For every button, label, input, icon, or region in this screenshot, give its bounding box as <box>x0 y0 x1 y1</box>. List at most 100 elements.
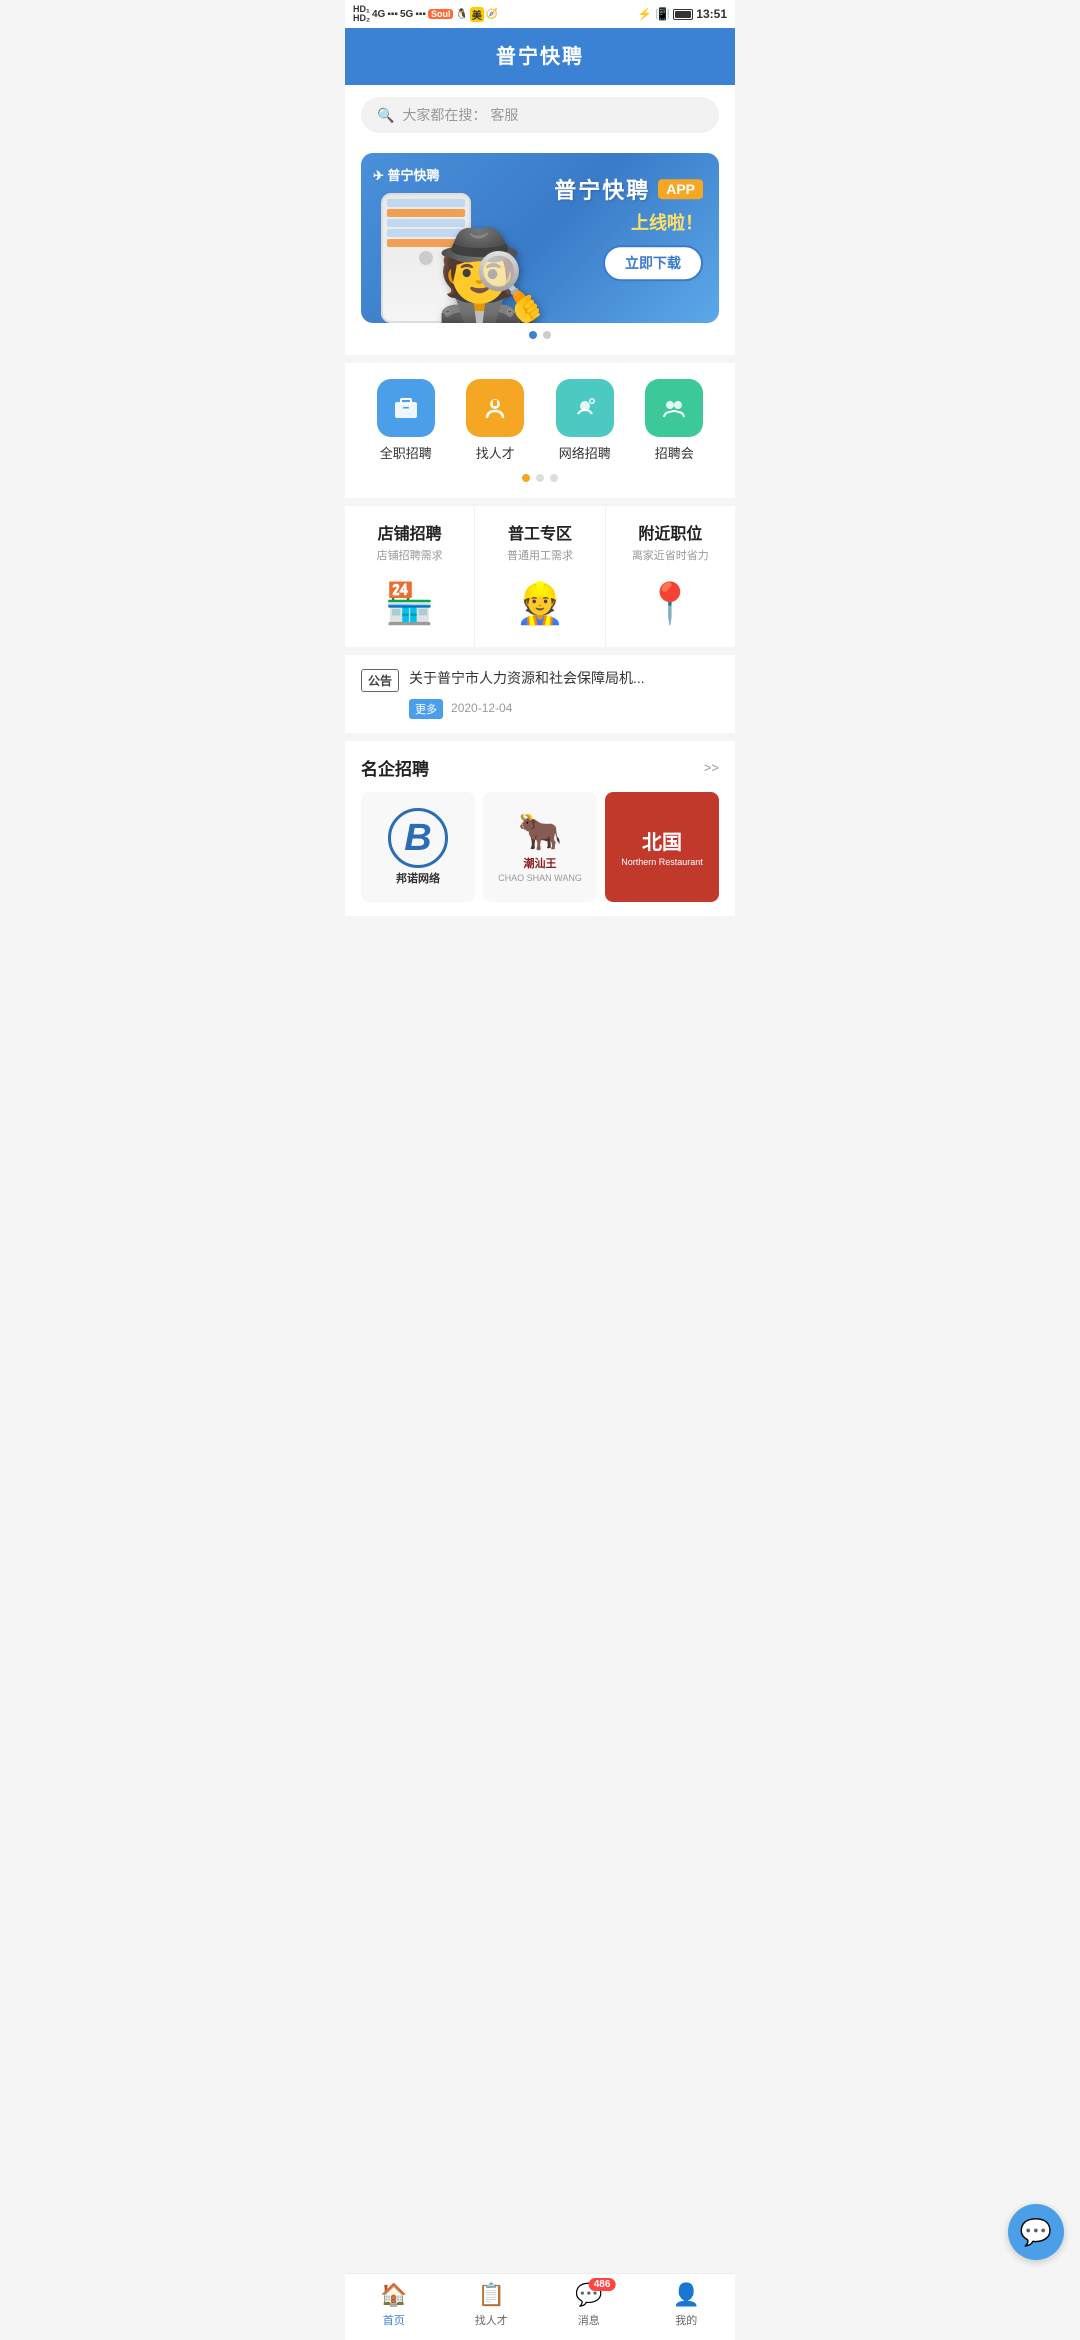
quick-link-shop[interactable]: 店铺招聘 店铺招聘需求 🏪 <box>345 506 475 647</box>
announcement-section: 公告 关于普宁市人力资源和社会保障局机... 更多 2020-12-04 <box>345 655 735 733</box>
category-row: 全职招聘 找人才 <box>361 379 719 462</box>
company-chaoshanwang[interactable]: 🐂 潮汕王 CHAO SHAN WANG <box>483 792 597 902</box>
cat-fulltime-label: 全职招聘 <box>380 443 432 462</box>
nav-mine-label: 我的 <box>675 2312 697 2328</box>
quick-link-worker-title: 普工专区 <box>508 520 572 544</box>
company-beiguo[interactable]: 北国 Northern Restaurant <box>605 792 719 902</box>
announcement-content: 关于普宁市人力资源和社会保障局机... 更多 2020-12-04 <box>409 669 719 719</box>
bull-icon: 🐂 <box>518 811 563 853</box>
nav-messages-label: 消息 <box>578 2312 600 2328</box>
search-placeholder: 大家都在搜： 客服 <box>402 105 518 125</box>
chaoshanwang-name: 潮汕王 <box>523 855 556 871</box>
search-container: 🔍 大家都在搜： 客服 <box>345 85 735 145</box>
nav-talent[interactable]: 📋 找人才 <box>443 2282 541 2328</box>
cat-jobfair[interactable]: 招聘会 <box>645 379 703 462</box>
nav-messages[interactable]: 486 💬 消息 <box>540 2282 638 2328</box>
cat-talent-label: 找人才 <box>476 443 515 462</box>
quick-link-worker-img: 👷 <box>505 573 575 633</box>
chaoshanwang-pinyin: CHAO SHAN WANG <box>498 873 582 883</box>
quick-link-worker[interactable]: 普工专区 普通用工需求 👷 <box>475 506 605 647</box>
quick-link-nearby-title: 附近职位 <box>638 520 702 544</box>
qq-icon: 🐧 <box>455 9 467 20</box>
banner-main-text: 普宁快聘 <box>554 173 650 205</box>
chat-button[interactable]: 💬 <box>1008 2204 1064 2260</box>
cat-jobfair-label: 招聘会 <box>655 443 694 462</box>
cat-online-label: 网络招聘 <box>559 443 611 462</box>
announcement-more[interactable]: 更多 <box>409 699 443 719</box>
network-5g: 5G <box>400 9 413 20</box>
sim-icon: 📳 <box>655 7 670 21</box>
announcement-title[interactable]: 关于普宁市人力资源和社会保障局机... <box>409 669 719 689</box>
status-left: HD₁HD₂ 4G ▪▪▪ 5G ▪▪▪ Soul 🐧 美 🧭 <box>353 5 498 23</box>
banner-dots <box>361 331 719 339</box>
chat-icon: 💬 <box>1020 2217 1052 2248</box>
beiguo-name-text: 北国 <box>642 826 682 855</box>
bluetooth-icon: ⚡ <box>637 7 652 21</box>
cat-dot-2[interactable] <box>536 474 544 482</box>
banner-dot-2[interactable] <box>543 331 551 339</box>
banner[interactable]: ✈ 普宁快聘 🕵️ 普宁快聘 APP 上线啦！ <box>361 153 719 323</box>
nav-talent-label: 找人才 <box>475 2312 508 2328</box>
network-4g: 4G <box>372 9 385 20</box>
quick-link-nearby-sub: 离家近省时省力 <box>632 547 709 563</box>
beiguo-logo: 北国 Northern Restaurant <box>605 792 719 902</box>
time-display: 13:51 <box>696 7 727 21</box>
signal-bars-2: ▪▪▪ <box>415 9 426 20</box>
banner-character: 🕵️ <box>441 183 541 323</box>
famous-companies-section: 名企招聘 >> B 邦诺网络 🐂 <box>345 741 735 916</box>
banner-text-area: 普宁快聘 APP 上线啦！ 立即下载 <box>554 173 703 281</box>
famous-more[interactable]: >> <box>704 760 719 775</box>
character-emoji: 🕵️ <box>435 233 547 323</box>
cat-dot-3[interactable] <box>550 474 558 482</box>
chaoshanwang-logo: 🐂 潮汕王 CHAO SHAN WANG <box>483 792 597 902</box>
banner-dot-1[interactable] <box>529 331 537 339</box>
soul-badge: Soul <box>428 9 454 19</box>
category-dots <box>361 474 719 482</box>
nav-mine[interactable]: 👤 我的 <box>638 2282 736 2328</box>
quick-link-nearby-img: 📍 <box>635 573 705 633</box>
categories-section: 全职招聘 找人才 <box>345 363 735 498</box>
nav-icon: 🧭 <box>486 9 498 20</box>
bango-name: 邦诺网络 <box>396 870 440 886</box>
announcement-badge: 公告 <box>361 669 399 692</box>
status-bar: HD₁HD₂ 4G ▪▪▪ 5G ▪▪▪ Soul 🐧 美 🧭 ⚡ 📳 13:5… <box>345 0 735 28</box>
cat-talent-icon <box>466 379 524 437</box>
cat-jobfair-icon <box>645 379 703 437</box>
quick-link-shop-sub: 店铺招聘需求 <box>377 547 443 563</box>
talent-icon: 📋 <box>478 2282 505 2308</box>
nav-home-label: 首页 <box>383 2312 405 2328</box>
banner-subtitle: 上线啦！ <box>554 209 703 235</box>
banner-container: ✈ 普宁快聘 🕵️ 普宁快聘 APP 上线啦！ <box>345 145 735 355</box>
app-header: 普宁快聘 <box>345 28 735 85</box>
bango-logo: B 邦诺网络 <box>378 812 458 882</box>
famous-grid: B 邦诺网络 🐂 潮汕王 CHAO SHAN WANG <box>361 792 719 902</box>
home-icon: 🏠 <box>380 2282 407 2308</box>
search-bar[interactable]: 🔍 大家都在搜： 客服 <box>361 97 719 133</box>
phone-home-button <box>419 251 433 265</box>
cat-fulltime[interactable]: 全职招聘 <box>377 379 435 462</box>
company-bango[interactable]: B 邦诺网络 <box>361 792 475 902</box>
cat-dot-1[interactable] <box>522 474 530 482</box>
messages-badge: 486 <box>589 2278 616 2291</box>
battery-icon <box>673 9 693 20</box>
cat-online-icon <box>556 379 614 437</box>
announcement-date: 2020-12-04 <box>451 701 512 715</box>
meituan-icon: 美 <box>470 7 484 22</box>
quick-links-section: 店铺招聘 店铺招聘需求 🏪 普工专区 普通用工需求 👷 附近职位 离家近省时省力… <box>345 506 735 647</box>
famous-header: 名企招聘 >> <box>361 755 719 780</box>
banner-logo: ✈ 普宁快聘 <box>373 165 440 184</box>
cat-talent[interactable]: 找人才 <box>466 379 524 462</box>
bottom-nav: 🏠 首页 📋 找人才 486 💬 消息 👤 我的 <box>345 2273 735 2340</box>
quick-link-nearby[interactable]: 附近职位 离家近省时省力 📍 <box>606 506 735 647</box>
signal-bars: ▪▪▪ <box>387 9 398 20</box>
banner-download-btn[interactable]: 立即下载 <box>603 245 703 281</box>
beiguo-sub-text: Northern Restaurant <box>621 857 703 867</box>
cat-online[interactable]: 网络招聘 <box>556 379 614 462</box>
quick-link-shop-img: 🏪 <box>375 573 445 633</box>
app-title: 普宁快聘 <box>361 40 719 69</box>
battery-fill <box>675 11 691 18</box>
quick-link-worker-sub: 普通用工需求 <box>507 547 573 563</box>
nav-home[interactable]: 🏠 首页 <box>345 2282 443 2328</box>
famous-title: 名企招聘 <box>361 755 429 780</box>
quick-link-shop-title: 店铺招聘 <box>378 520 442 544</box>
